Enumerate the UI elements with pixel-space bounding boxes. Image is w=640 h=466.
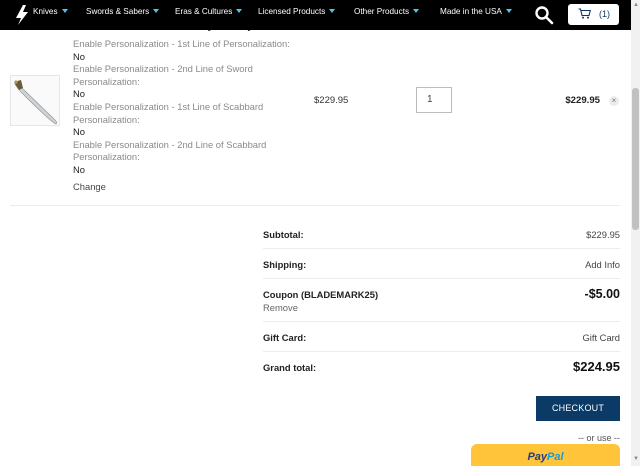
top-nav-bar: Knives Swords & Sabers Eras & Cultures L… — [0, 0, 631, 30]
grand-total-label: Grand total: — [263, 362, 317, 373]
option-label: Enable Personalization - 2nd Line of Swo… — [73, 63, 253, 87]
cart-icon — [578, 8, 592, 19]
chevron-down-icon — [505, 9, 512, 13]
chevron-down-icon — [61, 9, 68, 13]
item-price: $229.95 — [314, 95, 349, 106]
coupon-remove-link[interactable]: Remove — [263, 302, 298, 313]
nav-made-in-usa[interactable]: Made in the USA — [440, 7, 512, 16]
scroll-down-arrow-icon[interactable]: ▼ — [633, 456, 639, 462]
chevron-down-icon — [153, 9, 160, 13]
nav-label: Other Products — [354, 7, 410, 16]
subtotal-value: $229.95 — [586, 229, 620, 240]
grand-total-value: $224.95 — [573, 359, 620, 374]
product-options: Enable Personalization - 1st Line of Per… — [73, 38, 303, 177]
nav-knives[interactable]: Knives — [33, 7, 68, 16]
nav-label: Licensed Products — [258, 7, 326, 16]
nav-label: Made in the USA — [440, 7, 502, 16]
brand-logo-icon[interactable] — [14, 4, 30, 26]
shipping-row: Shipping: Add Info — [263, 249, 620, 279]
option-value: No — [73, 126, 85, 138]
order-totals: Subtotal: $229.95 Shipping: Add Info Cou… — [263, 219, 620, 382]
option-label: Enable Personalization - 1st Line of Per… — [73, 38, 290, 49]
option-value: No — [73, 50, 85, 62]
paypal-button[interactable]: PayPal — [471, 444, 620, 466]
saber-image — [14, 80, 58, 125]
gift-card-link[interactable]: Gift Card — [582, 332, 620, 343]
or-use-text: -- or use -- — [577, 433, 620, 443]
nav-other-products[interactable]: Other Products — [354, 7, 420, 16]
nav-licensed-products[interactable]: Licensed Products — [258, 7, 336, 16]
chevron-down-icon — [236, 9, 243, 13]
coupon-row: Coupon (BLADEMARK25) Remove -$5.00 — [263, 279, 620, 322]
product-thumbnail[interactable] — [10, 75, 60, 126]
nav-label: Swords & Sabers — [86, 7, 150, 16]
nav-label: Eras & Cultures — [175, 7, 233, 16]
coupon-label: Coupon (BLADEMARK25) — [263, 289, 379, 300]
remove-item-button[interactable]: × — [609, 96, 619, 106]
page-scrollbar[interactable]: ▲ ▼ — [631, 0, 640, 466]
gift-card-row: Gift Card: Gift Card — [263, 322, 620, 352]
chevron-down-icon — [413, 9, 420, 13]
shipping-label: Shipping: — [263, 259, 307, 270]
checkout-button[interactable]: CHECKOUT — [536, 396, 620, 421]
option-value: No — [73, 88, 85, 100]
chevron-down-icon — [329, 9, 336, 13]
cart-count: (1) — [599, 9, 610, 19]
nav-eras-cultures[interactable]: Eras & Cultures — [175, 7, 243, 16]
subtotal-label: Subtotal: — [263, 229, 304, 240]
divider — [10, 205, 620, 206]
option-label: Enable Personalization - 1st Line of Sca… — [73, 100, 264, 125]
grand-total-row: Grand total: $224.95 — [263, 352, 620, 382]
coupon-value: -$5.00 — [584, 287, 620, 301]
paypal-logo-text: Pay — [527, 451, 548, 463]
item-line-total: $229.95 — [565, 95, 600, 106]
nav-swords-sabers[interactable]: Swords & Sabers — [86, 7, 160, 16]
option-label: Enable Personalization - 2nd Line of Sca… — [73, 138, 267, 163]
shipping-add-info-link[interactable]: Add Info — [585, 259, 620, 270]
cart-button[interactable]: (1) — [568, 4, 619, 25]
scrollbar-thumb[interactable] — [632, 88, 639, 230]
quantity-input[interactable]: 1 — [416, 87, 452, 113]
nav-label: Knives — [33, 7, 58, 16]
gift-card-label: Gift Card: — [263, 332, 307, 343]
paypal-logo-text: Pal — [547, 451, 564, 463]
subtotal-row: Subtotal: $229.95 — [263, 219, 620, 249]
change-options-link[interactable]: Change — [73, 181, 106, 192]
scroll-up-arrow-icon[interactable]: ▲ — [633, 2, 639, 8]
cart-page: Wilkinson Sword 1796 Heavy Cavalry Saber… — [0, 0, 640, 466]
search-icon[interactable] — [534, 5, 554, 25]
option-value: No — [73, 163, 85, 175]
